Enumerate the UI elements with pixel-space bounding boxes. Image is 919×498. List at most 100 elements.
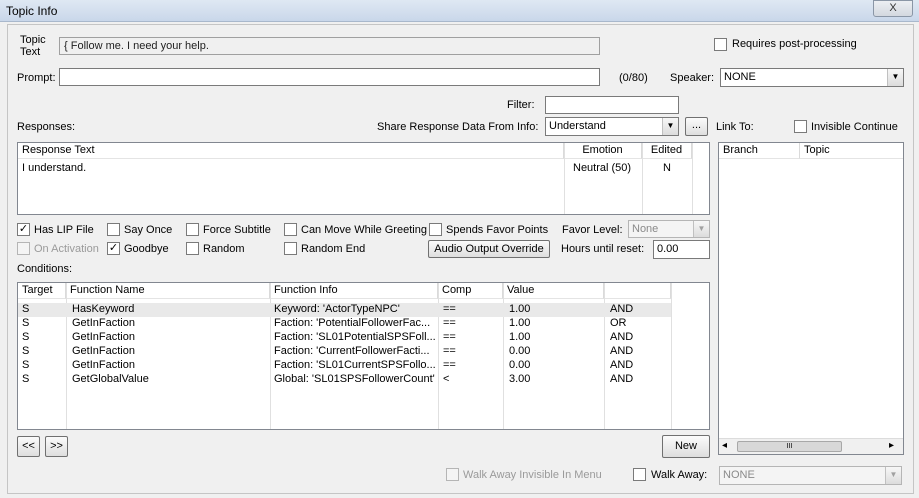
cell-info: Faction: 'CurrentFollowerFacti... [274, 345, 430, 357]
chevron-down-icon: ▼ [693, 221, 709, 237]
close-icon: X [889, 2, 897, 14]
has-lip-file-label: Has LIP File [34, 224, 94, 236]
cell-comp: == [443, 331, 456, 343]
topic-label-line2: Text [20, 46, 41, 58]
cell-target: S [22, 345, 30, 357]
scroll-right-icon[interactable]: ▸ [889, 440, 894, 451]
share-response-browse-button[interactable]: ... [685, 117, 708, 136]
walk-away-label: Walk Away: [651, 469, 708, 481]
table-row[interactable]: S GetInFaction Faction: 'PotentialFollow… [18, 317, 671, 331]
cell-value: 1.00 [509, 303, 531, 315]
conditions-table[interactable]: Target Function Name Function Info Comp … [17, 282, 710, 430]
table-row[interactable]: S GetInFaction Faction: 'SL01CurrentSPSF… [18, 359, 671, 373]
responses-list[interactable]: Response Text Emotion Edited I understan… [17, 142, 710, 215]
walk-away-invisible-checkbox[interactable] [446, 468, 459, 481]
walk-away-value: NONE [723, 469, 755, 481]
hours-until-reset-label: Hours until reset: [561, 243, 645, 255]
can-move-while-greeting-checkbox[interactable] [284, 223, 297, 236]
walk-away-dropdown[interactable]: NONE ▼ [719, 466, 902, 485]
spends-favor-points-checkbox[interactable] [429, 223, 442, 236]
audio-output-override-button[interactable]: Audio Output Override [428, 240, 550, 258]
cell-value: 3.00 [509, 373, 531, 385]
walk-away-checkbox[interactable] [633, 468, 646, 481]
chevron-down-icon: ▼ [662, 118, 678, 135]
link-to-hscrollbar[interactable]: ◂ III ▸ [719, 438, 903, 454]
cell-comp: == [443, 345, 456, 357]
table-row[interactable]: S GetGlobalValue Global: 'SL01SPSFollowe… [18, 373, 671, 387]
share-response-dropdown[interactable]: Understand ▼ [545, 117, 679, 136]
col-value[interactable]: Value [503, 283, 604, 299]
table-row[interactable]: S HasKeyword Keyword: 'ActorTypeNPC' == … [18, 303, 671, 317]
prompt-counter: (0/80) [619, 72, 648, 84]
table-row[interactable]: S GetInFaction Faction: 'SL01PotentialSP… [18, 331, 671, 345]
col-edited[interactable]: Edited [642, 143, 692, 159]
force-subtitle-checkbox[interactable] [186, 223, 199, 236]
say-once-checkbox[interactable] [107, 223, 120, 236]
prompt-input[interactable] [59, 68, 600, 86]
col-branch[interactable]: Branch [719, 143, 800, 159]
chevron-down-icon: ▼ [887, 69, 903, 86]
cell-operator: AND [610, 359, 634, 371]
filter-input[interactable] [545, 96, 679, 114]
can-move-while-greeting-label: Can Move While Greeting [301, 224, 427, 236]
scroll-thumb[interactable]: III [737, 441, 842, 452]
col-comp[interactable]: Comp [438, 283, 503, 299]
link-to-list[interactable]: Branch Topic ◂ III ▸ [718, 142, 904, 455]
spends-favor-points-label: Spends Favor Points [446, 224, 549, 236]
hours-until-reset-input[interactable]: 0.00 [653, 240, 710, 259]
response-text: I understand. [22, 162, 87, 174]
col-topic[interactable]: Topic [800, 143, 903, 159]
col-function-name[interactable]: Function Name [66, 283, 270, 299]
window-title: Topic Info [6, 4, 58, 18]
col-function-info[interactable]: Function Info [270, 283, 438, 299]
share-response-value: Understand [549, 120, 606, 132]
close-button[interactable]: X [873, 0, 913, 17]
cell-function: GetInFaction [72, 331, 135, 343]
col-response-text[interactable]: Response Text [18, 143, 564, 159]
favor-level-value: None [632, 223, 659, 235]
goodbye-checkbox[interactable]: ✓ [107, 242, 120, 255]
goodbye-label: Goodbye [124, 243, 169, 255]
cell-function: GetInFaction [72, 359, 135, 371]
favor-level-label: Favor Level: [562, 224, 623, 236]
col-emotion[interactable]: Emotion [564, 143, 642, 159]
cell-info: Global: 'SL01SPSFollowerCount' [274, 373, 435, 385]
favor-level-dropdown[interactable]: None ▼ [628, 220, 710, 238]
cell-comp: == [443, 359, 456, 371]
conditions-label: Conditions: [17, 263, 73, 275]
cell-target: S [22, 373, 30, 385]
col-target[interactable]: Target [18, 283, 66, 299]
cell-operator: OR [610, 317, 627, 329]
speaker-dropdown[interactable]: NONE ▼ [720, 68, 904, 87]
next-button[interactable]: >> [45, 436, 68, 457]
cell-function: GetInFaction [72, 345, 135, 357]
col-divider [671, 283, 672, 429]
cell-target: S [22, 359, 30, 371]
col-divider [564, 143, 565, 214]
speaker-label: Speaker: [670, 72, 715, 84]
cell-value: 1.00 [509, 331, 531, 343]
table-row[interactable]: S GetInFaction Faction: 'CurrentFollower… [18, 345, 671, 359]
new-button[interactable]: New [662, 435, 710, 458]
col-divider [692, 143, 693, 214]
invisible-continue-checkbox[interactable] [794, 120, 807, 133]
requires-post-processing-checkbox[interactable] [714, 38, 727, 51]
random-checkbox[interactable] [186, 242, 199, 255]
list-item[interactable]: I understand. Neutral (50) N [18, 161, 709, 175]
col-operator[interactable] [604, 283, 671, 299]
cell-info: Faction: 'SL01PotentialSPSFoll... [274, 331, 436, 343]
cell-value: 0.00 [509, 359, 531, 371]
topic-text-field[interactable]: { Follow me. I need your help. [59, 37, 600, 55]
cell-operator: AND [610, 373, 634, 385]
on-activation-checkbox[interactable] [17, 242, 30, 255]
requires-post-processing-label: Requires post-processing [732, 38, 857, 50]
cell-function: GetInFaction [72, 317, 135, 329]
prev-button[interactable]: << [17, 436, 40, 457]
has-lip-file-checkbox[interactable]: ✓ [17, 223, 30, 236]
responses-label: Responses: [17, 121, 76, 133]
on-activation-label: On Activation [34, 243, 99, 255]
scroll-left-icon[interactable]: ◂ [722, 440, 727, 451]
cell-target: S [22, 317, 30, 329]
random-end-checkbox[interactable] [284, 242, 297, 255]
cell-info: Faction: 'SL01CurrentSPSFollo... [274, 359, 436, 371]
